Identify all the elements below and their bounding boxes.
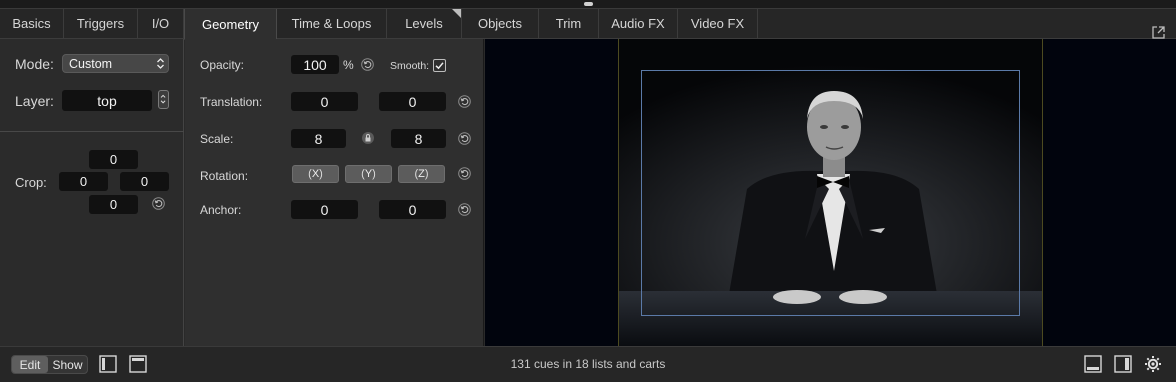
- smooth-checkbox[interactable]: [433, 59, 446, 72]
- popout-icon[interactable]: [1151, 25, 1166, 40]
- frame-guide-right: [1042, 39, 1043, 346]
- tab-audio-fx[interactable]: Audio FX: [599, 9, 678, 38]
- video-preview[interactable]: [485, 39, 1176, 346]
- tab-triggers[interactable]: Triggers: [64, 9, 138, 38]
- tab-label: I/O: [151, 16, 170, 31]
- tab-basics[interactable]: Basics: [0, 9, 64, 38]
- rotation-y-label: Y: [364, 168, 373, 180]
- layer-stepper[interactable]: [158, 90, 169, 109]
- geometry-panel: Opacity: 100 % Smooth: Translation: 0 0 …: [185, 39, 484, 346]
- scale-label: Scale:: [200, 132, 234, 146]
- drag-handle[interactable]: [584, 2, 593, 6]
- anchor-label: Anchor:: [200, 203, 242, 217]
- tab-objects[interactable]: Objects: [462, 9, 539, 38]
- rotation-x-button[interactable]: (X): [292, 165, 339, 183]
- crop-reset-icon[interactable]: [152, 197, 165, 210]
- chevron-updown-icon: [160, 94, 166, 104]
- lock-icon[interactable]: [362, 132, 374, 144]
- checkmark-icon: [435, 62, 444, 70]
- tab-label: Video FX: [690, 16, 745, 31]
- translation-x-field[interactable]: 0: [291, 92, 358, 111]
- opacity-reset-icon[interactable]: [361, 58, 374, 71]
- crop-right-field[interactable]: 0: [120, 172, 169, 191]
- crop-left-field[interactable]: 0: [59, 172, 108, 191]
- stage-bounds-outline[interactable]: [641, 70, 1020, 316]
- tab-label: Triggers: [76, 16, 125, 31]
- status-text: 131 cues in 18 lists and carts: [510, 357, 666, 371]
- tab-label: Geometry: [201, 16, 260, 32]
- tab-io[interactable]: I/O: [138, 9, 184, 38]
- tab-label: Levels: [405, 16, 443, 31]
- scale-reset-icon[interactable]: [458, 132, 471, 145]
- window-top-strip: [0, 0, 1176, 9]
- tab-label: Audio FX: [611, 16, 665, 31]
- scale-y-field[interactable]: 8: [391, 129, 446, 148]
- layer-label: Layer:: [15, 93, 54, 109]
- smooth-label: Smooth:: [390, 60, 430, 72]
- anchor-reset-icon[interactable]: [458, 203, 471, 216]
- opacity-unit: %: [343, 58, 354, 72]
- anchor-x-field[interactable]: 0: [291, 200, 358, 219]
- translation-reset-icon[interactable]: [458, 95, 471, 108]
- chevron-updown-icon: [157, 58, 164, 69]
- anchor-y-field[interactable]: 0: [379, 200, 446, 219]
- tab-geometry[interactable]: Geometry: [184, 9, 277, 40]
- tab-indicator-icon: [452, 9, 461, 18]
- translation-y-field[interactable]: 0: [379, 92, 446, 111]
- mode-select-value: Custom: [69, 56, 113, 71]
- tab-trim[interactable]: Trim: [539, 9, 599, 38]
- rotation-x-label: X: [311, 168, 320, 180]
- layer-field[interactable]: top: [62, 90, 152, 111]
- rotation-label: Rotation:: [200, 169, 249, 183]
- rotation-z-label: Z: [418, 168, 425, 180]
- mode-label: Mode:: [15, 56, 54, 72]
- crop-top-field[interactable]: 0: [89, 150, 138, 169]
- tab-label: Objects: [477, 16, 523, 31]
- gear-icon[interactable]: [1144, 355, 1162, 373]
- crop-bottom-field[interactable]: 0: [89, 195, 138, 214]
- tab-label: Trim: [555, 16, 582, 31]
- panel-divider: [0, 131, 184, 132]
- rotation-y-button[interactable]: (Y): [345, 165, 392, 183]
- cue-settings-panel: Mode: Custom Layer: top Crop: 0 0 0 0: [0, 39, 184, 346]
- mode-select[interactable]: Custom: [62, 54, 169, 73]
- bottom-toolbar: Edit Show 131 cues in 18 lists and carts: [0, 346, 1176, 382]
- bottom-panel-icon[interactable]: [1084, 355, 1102, 373]
- rotation-z-button[interactable]: (Z): [398, 165, 445, 183]
- tab-label: Basics: [12, 16, 51, 31]
- opacity-label: Opacity:: [200, 58, 245, 72]
- tab-video-fx[interactable]: Video FX: [678, 9, 758, 38]
- crop-label: Crop:: [15, 175, 47, 190]
- right-sidebar-icon[interactable]: [1114, 355, 1132, 373]
- inspector-tab-bar: Basics Triggers I/O Geometry Time & Loop…: [0, 9, 1176, 40]
- rotation-reset-icon[interactable]: [458, 167, 471, 180]
- tab-time-loops[interactable]: Time & Loops: [277, 9, 387, 38]
- scale-x-field[interactable]: 8: [291, 129, 346, 148]
- opacity-field[interactable]: 100: [291, 55, 339, 74]
- tab-levels[interactable]: Levels: [387, 9, 462, 38]
- tab-label: Time & Loops: [291, 16, 372, 31]
- translation-label: Translation:: [200, 95, 263, 109]
